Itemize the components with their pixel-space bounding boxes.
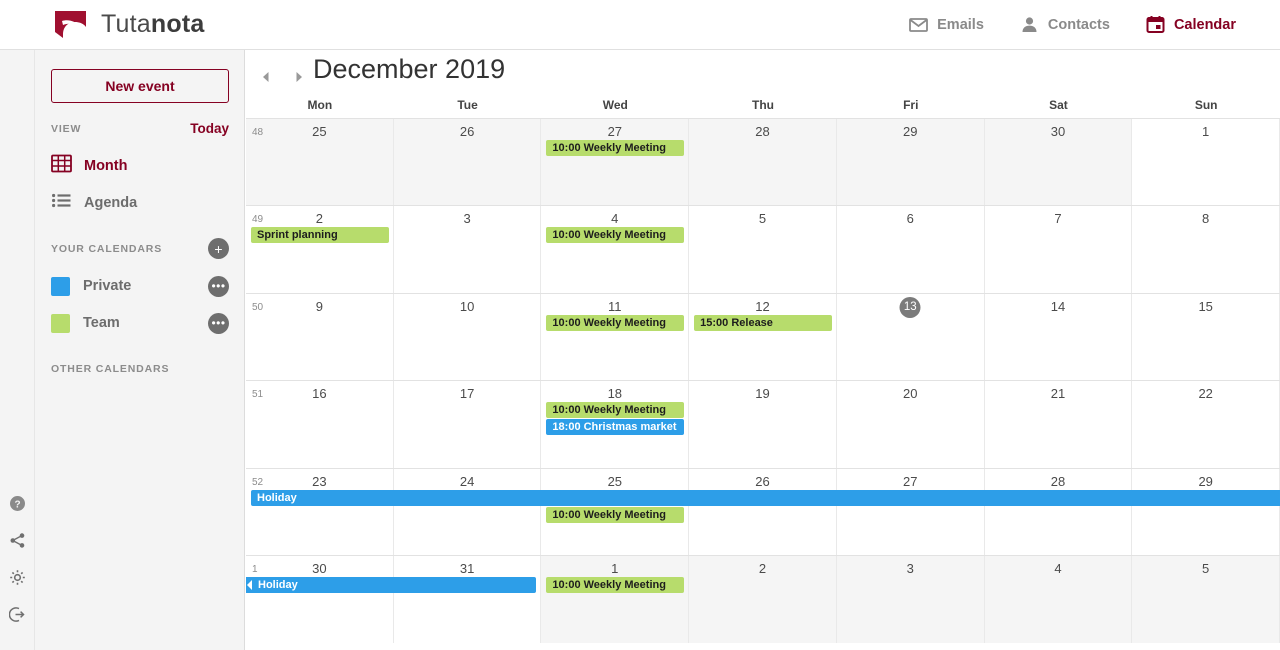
left-icon-rail: ? [0, 50, 35, 650]
calendar-header: December 2019 [246, 50, 1280, 98]
nav-emails[interactable]: Emails [909, 15, 984, 34]
sidebar-item-agenda[interactable]: Agenda [51, 187, 229, 219]
event-layer: 10:00 Weekly Meeting [246, 119, 1280, 205]
top-header-bar: Tutanota Emails Contacts Calendar [0, 0, 1280, 50]
calendar-event[interactable]: Holiday [251, 489, 1280, 506]
calendar-list-item-team[interactable]: Team ••• [51, 308, 229, 338]
calendar-week-row: 30 31 1 2 3 4 5 1 Holiday 10:00 Weekly Meeting [246, 555, 1280, 644]
calendar-event[interactable]: 10:00 Weekly Meeting [546, 576, 685, 593]
sidebar-item-month[interactable]: Month [51, 150, 229, 182]
calendar-week-row: 16 17 18 19 20 21 22 51 10:00 Weekly Meeting 18:0… [246, 381, 1280, 469]
event-layer: 10:00 Weekly Meeting 15:00 Release [246, 294, 1280, 380]
nav-contacts-label: Contacts [1047, 16, 1110, 33]
calendar-icon [1146, 15, 1165, 34]
event-layer: Holiday 10:00 Weekly Meeting [246, 556, 1280, 643]
calendar-list-item-private[interactable]: Private ••• [51, 271, 229, 301]
weekday-header-row: Mon Tue Wed Thu Fri Sat Sun [246, 98, 1280, 119]
calendar-sidebar: New event VIEW Today Month Agenda YOUR C… [35, 50, 245, 650]
calendar-options-private-button[interactable]: ••• [208, 275, 229, 297]
your-calendars-header: YOUR CALENDARS + [51, 238, 229, 259]
weekday-thu: Thu [752, 98, 775, 112]
calendar-name-team: Team [83, 315, 120, 331]
calendar-main-panel: December 2019 Mon Tue Wed Thu Fri Sat Su… [246, 50, 1280, 650]
view-section-label: VIEW [51, 122, 82, 135]
today-button[interactable]: Today [190, 121, 229, 136]
sidebar-item-month-label: Month [84, 158, 128, 174]
calendar-color-swatch-private [51, 276, 70, 296]
brand-name: Tutanota [101, 10, 204, 39]
calendar-week-row: 23 24 25 26 27 28 29 52 Holiday 10:00 Weekly Meet… [246, 468, 1280, 556]
your-calendars-label: YOUR CALENDARS [51, 242, 163, 255]
weekday-tue: Tue [457, 98, 478, 112]
calendar-week-row: 9 10 11 12 13 14 15 50 10:00 Weekly Meeting 15:00… [246, 293, 1280, 382]
calendar-options-team-button[interactable]: ••• [208, 312, 229, 334]
week-number: 50 [252, 301, 264, 313]
calendar-event[interactable]: 10:00 Weekly Meeting [546, 227, 685, 244]
calendar-week-row: 25 26 27 28 29 30 1 48 10:00 Weekly Meeting [246, 119, 1280, 207]
weekday-sun: Sun [1194, 98, 1218, 112]
week-number: 48 [252, 127, 264, 138]
calendar-event[interactable]: 10:00 Weekly Meeting [546, 314, 685, 331]
calendar-event[interactable]: Holiday [246, 576, 537, 593]
other-calendars-label: OTHER CALENDARS [51, 363, 170, 375]
calendar-name-private: Private [83, 278, 132, 294]
weekday-mon: Mon [307, 98, 333, 112]
logout-icon[interactable] [0, 596, 35, 633]
brand-suffix: nota [150, 10, 205, 38]
list-icon [51, 190, 72, 216]
nav-calendar-label: Calendar [1173, 16, 1236, 33]
mail-icon [909, 15, 929, 34]
calendar-event[interactable]: 15:00 Release [694, 314, 832, 331]
week-number: 52 [252, 476, 264, 488]
top-navigation: Emails Contacts Calendar [873, 15, 1236, 34]
brand-logo[interactable]: Tutanota [53, 10, 204, 40]
event-layer: 10:00 Weekly Meeting 18:00 Christmas mark… [246, 381, 1280, 467]
nav-calendar[interactable]: Calendar [1146, 15, 1236, 34]
nav-emails-label: Emails [937, 16, 984, 33]
grid-icon [51, 153, 72, 179]
calendar-month-grid: 25 26 27 28 29 30 1 48 10:00 Weekly Meeting 2 3 4 5 6… [246, 119, 1280, 644]
calendar-color-swatch-team [51, 313, 70, 333]
share-icon[interactable] [0, 522, 35, 559]
svg-text:?: ? [14, 499, 20, 510]
calendar-event[interactable]: 10:00 Weekly Meeting [546, 140, 685, 156]
event-continues-left-icon [246, 577, 255, 593]
week-number: 49 [252, 214, 264, 226]
calendar-event[interactable]: 10:00 Weekly Meeting [546, 506, 685, 523]
event-layer: Holiday 10:00 Weekly Meeting [246, 469, 1280, 555]
person-icon [1020, 15, 1039, 34]
week-number: 51 [252, 389, 264, 401]
weekday-sat: Sat [1049, 98, 1068, 112]
week-number: 1 [252, 563, 258, 575]
add-calendar-button[interactable]: + [208, 238, 229, 259]
nav-contacts[interactable]: Contacts [1020, 15, 1110, 34]
previous-month-button[interactable] [257, 68, 275, 86]
calendar-event[interactable]: 18:00 Christmas market [546, 419, 685, 436]
settings-icon[interactable] [0, 559, 35, 596]
calendar-event[interactable]: Sprint planning [251, 227, 389, 244]
weekday-fri: Fri [903, 98, 919, 112]
rail-icon-group: ? [0, 485, 35, 633]
other-calendars-header: OTHER CALENDARS [51, 363, 229, 375]
brand-prefix: Tuta [101, 10, 151, 38]
view-section-header: VIEW Today [51, 121, 229, 136]
event-layer: Sprint planning 10:00 Weekly Meeting [246, 206, 1280, 292]
tutanota-logo-icon [53, 10, 91, 40]
new-event-button[interactable]: New event [51, 69, 229, 103]
weekday-wed: Wed [602, 98, 628, 112]
help-icon[interactable]: ? [0, 485, 35, 522]
calendar-event[interactable]: 10:00 Weekly Meeting [546, 402, 685, 419]
page-title: December 2019 [313, 54, 506, 84]
calendar-week-row: 2 3 4 5 6 7 8 49 Sprint planning 10:00 Weekly Mee… [246, 206, 1280, 294]
sidebar-item-agenda-label: Agenda [84, 195, 138, 211]
next-month-button[interactable] [290, 68, 308, 86]
